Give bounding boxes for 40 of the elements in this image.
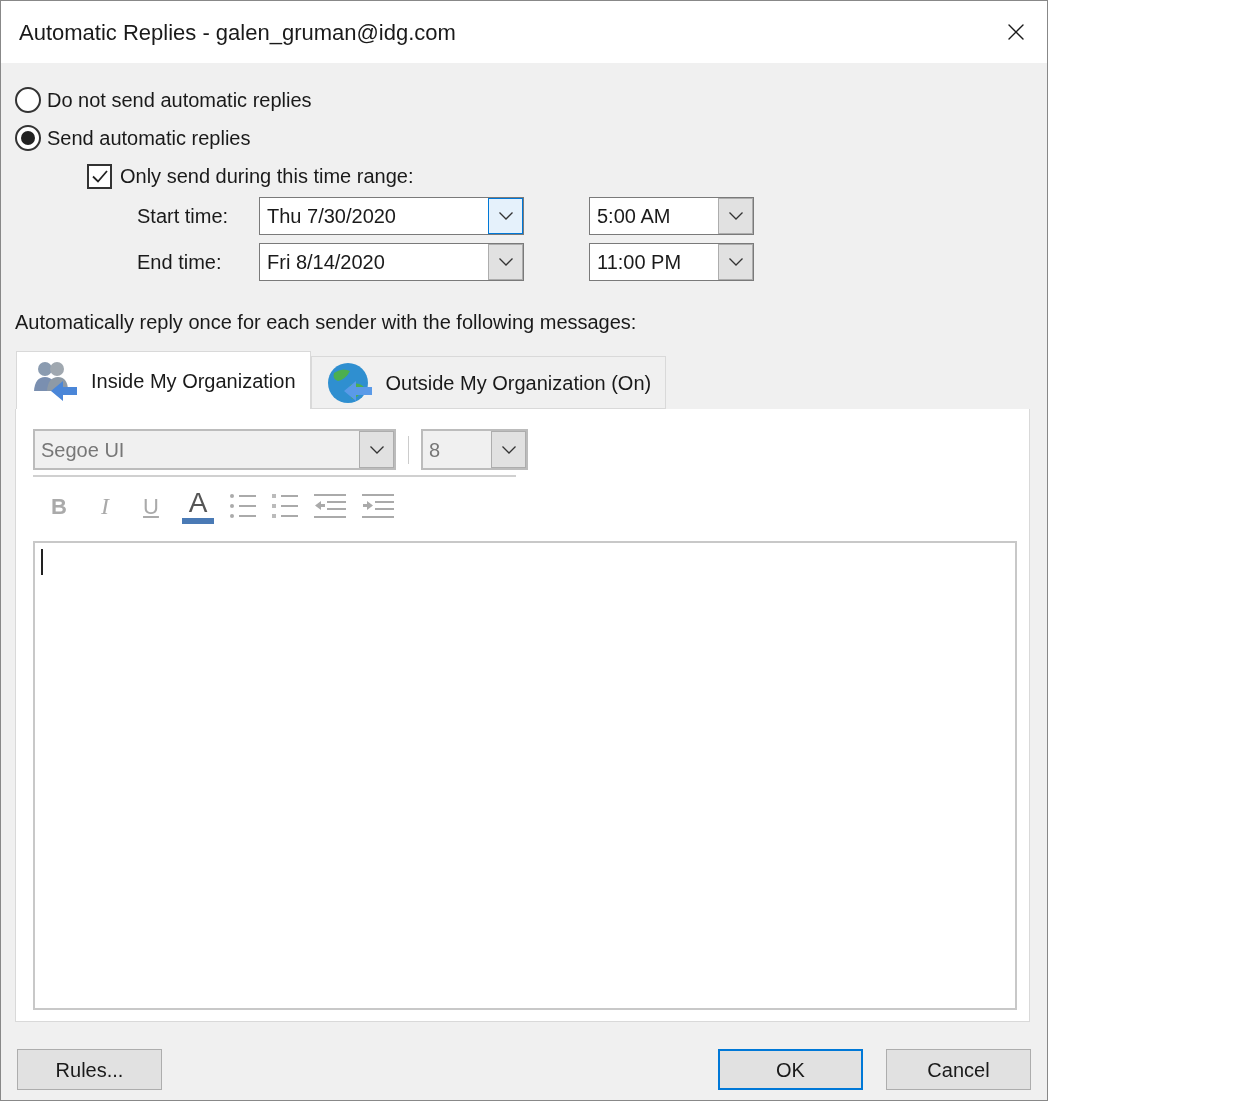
font-color-button[interactable]: A: [181, 488, 215, 524]
radio-option[interactable]: Do not send automatic replies: [15, 81, 312, 119]
dialog-button[interactable]: Rules...: [17, 1049, 162, 1090]
radio-button[interactable]: [15, 87, 41, 113]
font-size-dropdown[interactable]: 8: [421, 429, 528, 470]
dialog-button[interactable]: Cancel: [886, 1049, 1031, 1090]
chevron-icon: [498, 258, 513, 266]
tab[interactable]: Outside My Organization (On): [310, 356, 667, 409]
bulleted-list-icon[interactable]: [229, 491, 257, 521]
dropdown-button[interactable]: [488, 198, 523, 234]
time-picker[interactable]: 5:00 AM: [589, 197, 754, 235]
dropdown-button[interactable]: [359, 431, 394, 468]
radio-option[interactable]: Send automatic replies: [15, 119, 251, 157]
numbered-list-icon[interactable]: [271, 491, 299, 521]
dropdown-button[interactable]: [718, 244, 753, 280]
instruction-text: Automatically reply once for each sender with the following messages:: [15, 310, 637, 333]
tab[interactable]: Inside My Organization: [16, 351, 311, 409]
dropdown-button[interactable]: [718, 198, 753, 234]
dialog-button[interactable]: OK: [718, 1049, 863, 1090]
checkbox[interactable]: [87, 163, 112, 189]
date-picker[interactable]: Fri 8/14/2020: [259, 243, 524, 281]
date-picker[interactable]: Thu 7/30/2020: [259, 197, 524, 235]
chevron-icon: [369, 445, 384, 454]
time-picker[interactable]: 11:00 PM: [589, 243, 754, 281]
font-dropdown[interactable]: Segoe UI: [33, 429, 396, 470]
increase-indent-icon[interactable]: [361, 492, 395, 520]
time-label: Start time:: [137, 204, 230, 229]
time-label: End time:: [137, 250, 223, 275]
checkbox-option[interactable]: Only send during this time range:: [87, 157, 414, 195]
window-title: Automatic Replies - galen_gruman@idg.com: [19, 18, 456, 47]
chevron-icon: [498, 212, 513, 220]
chevron-icon: [501, 445, 516, 454]
radio-button[interactable]: [15, 125, 41, 151]
globe-arrow-icon: [325, 360, 374, 405]
decrease-indent-icon[interactable]: [313, 492, 347, 520]
chevron-icon: [728, 212, 743, 220]
dropdown-button[interactable]: [491, 431, 526, 468]
chevron-icon: [728, 258, 743, 266]
dropdown-button[interactable]: [488, 244, 523, 280]
checkmark-icon: [91, 169, 108, 183]
